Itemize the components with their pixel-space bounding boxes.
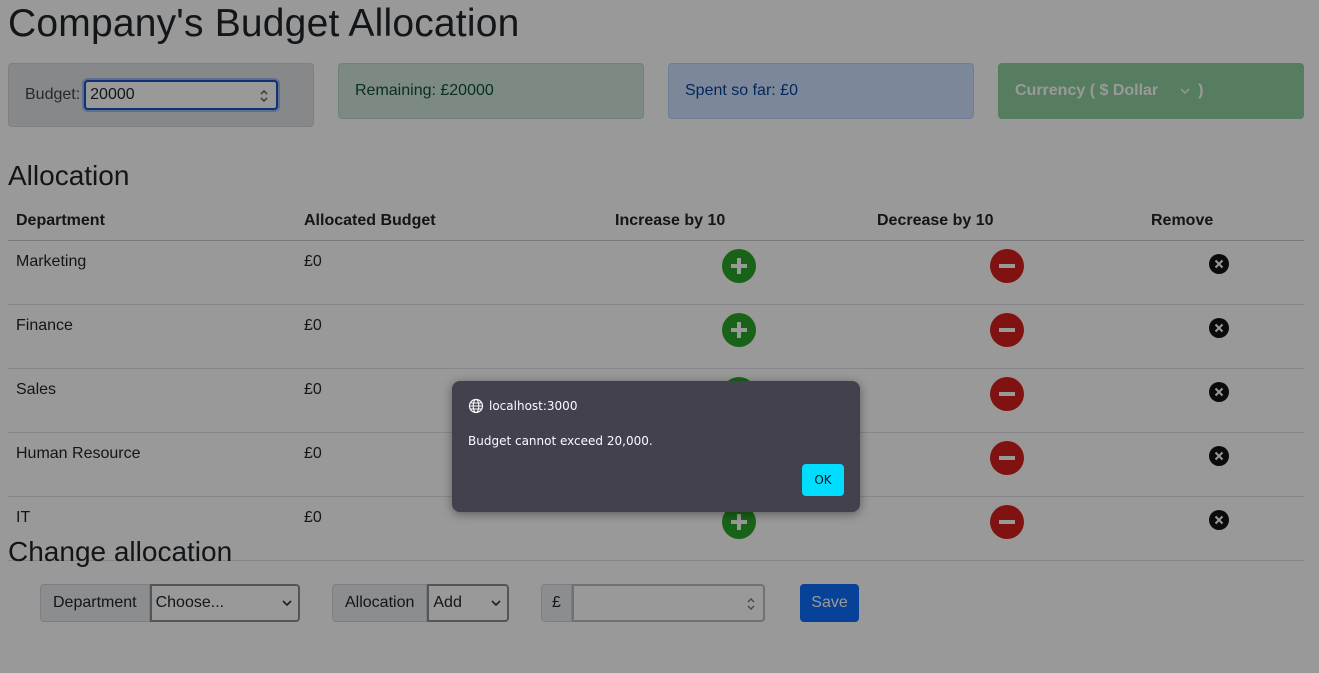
modal-backdrop [0, 0, 1319, 673]
ok-button[interactable]: OK [802, 464, 844, 496]
dialog-message: Budget cannot exceed 20,000. [468, 434, 653, 448]
dialog-origin: localhost:3000 [489, 399, 578, 413]
dialog-header: localhost:3000 [468, 398, 577, 414]
alert-dialog: localhost:3000 Budget cannot exceed 20,0… [452, 381, 860, 512]
globe-icon [468, 398, 484, 414]
